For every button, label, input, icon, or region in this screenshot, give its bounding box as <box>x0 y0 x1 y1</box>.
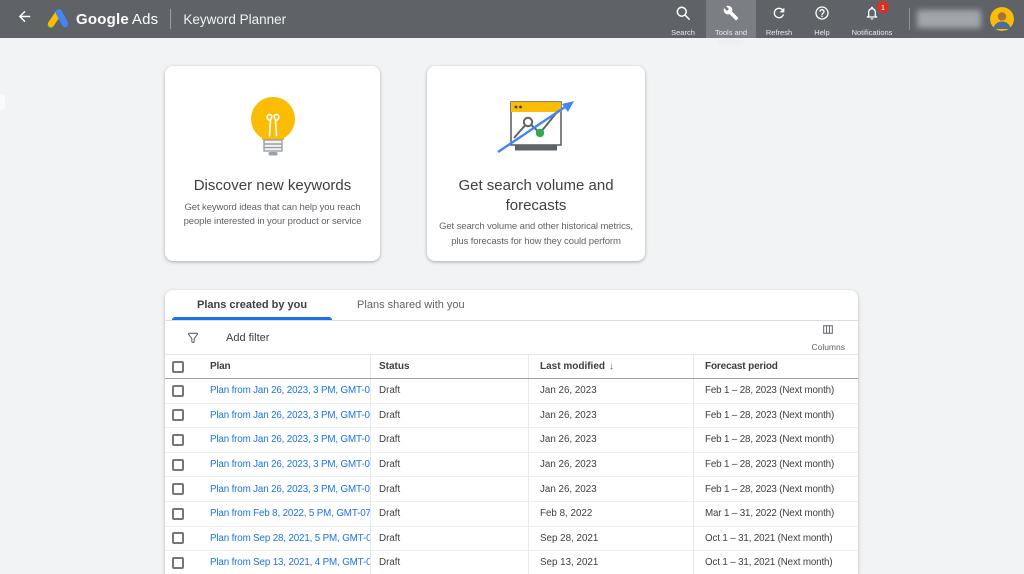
table-row: Plan from Sep 13, 2021, 4 PM, GMT-07:00 … <box>165 551 858 574</box>
filter-funnel-icon[interactable] <box>186 331 200 345</box>
columns-icon <box>821 323 835 341</box>
get-search-volume-card[interactable]: Get search volume and forecasts Get sear… <box>427 66 645 261</box>
plans-table-body: Plan from Jan 26, 2023, 3 PM, GMT-07:00 … <box>165 379 858 574</box>
row-checkbox[interactable] <box>172 508 184 520</box>
plan-forecast-period: Oct 1 – 31, 2021 (Next month) <box>705 533 832 544</box>
sort-descending-icon: ↓ <box>609 361 614 372</box>
top-app-bar: GoogleAds Keyword Planner Search Tools a… <box>0 0 1024 38</box>
card-title: Get search volume and forecasts <box>427 176 645 215</box>
column-header-forecast-period[interactable]: Forecast period <box>693 355 858 378</box>
table-row: Plan from Jan 26, 2023, 3 PM, GMT-07:00 … <box>165 477 858 502</box>
plan-forecast-period: Feb 1 – 28, 2023 (Next month) <box>705 385 834 396</box>
google-ads-logo-icon <box>46 9 68 30</box>
plan-forecast-period: Feb 1 – 28, 2023 (Next month) <box>705 484 834 495</box>
column-header-status[interactable]: Status <box>370 355 528 378</box>
topbar-divider <box>909 8 910 30</box>
card-description: Get keyword ideas that can help you reac… <box>165 201 380 230</box>
row-checkbox[interactable] <box>172 434 184 446</box>
forecast-chart-icon <box>490 94 582 160</box>
plan-link[interactable]: Plan from Jan 26, 2023, 3 PM, GMT-07:00 <box>210 459 370 470</box>
table-row: Plan from Jan 26, 2023, 3 PM, GMT-07:00 … <box>165 428 858 453</box>
brand-name: GoogleAds <box>76 11 158 28</box>
tab-plans-shared-with-you[interactable]: Plans shared with you <box>332 290 490 320</box>
plan-last-modified: Jan 26, 2023 <box>540 459 597 470</box>
card-description: Get search volume and other historical m… <box>427 220 645 249</box>
arrow-back-icon <box>16 8 33 30</box>
row-checkbox[interactable] <box>172 385 184 397</box>
row-checkbox[interactable] <box>172 459 184 471</box>
tab-plans-created-by-you[interactable]: Plans created by you <box>172 290 332 320</box>
plan-last-modified: Jan 26, 2023 <box>540 385 597 396</box>
refresh-icon <box>771 5 787 26</box>
plan-link[interactable]: Plan from Sep 13, 2021, 4 PM, GMT-07:00 <box>210 557 370 568</box>
notification-badge: 1 <box>877 1 889 13</box>
account-info[interactable] <box>917 10 981 28</box>
row-checkbox[interactable] <box>172 532 184 544</box>
topbar-divider <box>170 9 171 29</box>
wrench-icon <box>723 5 739 26</box>
tools-and-settings-button[interactable]: Tools and settings <box>706 0 756 38</box>
plan-link[interactable]: Plan from Feb 8, 2022, 5 PM, GMT-07:00 <box>210 508 370 519</box>
plan-last-modified: Sep 13, 2021 <box>540 557 598 568</box>
plan-forecast-period: Mar 1 – 31, 2022 (Next month) <box>705 508 834 519</box>
plan-link[interactable]: Plan from Sep 28, 2021, 5 PM, GMT-07:00 <box>210 533 370 544</box>
back-button[interactable] <box>10 5 38 33</box>
columns-button[interactable]: Columns <box>811 323 845 352</box>
edge-notch <box>0 94 5 110</box>
notifications-button[interactable]: Notifications 1 <box>842 0 902 38</box>
plans-panel: Plans created by you Plans shared with y… <box>165 290 858 574</box>
main-content: Discover new keywords Get keyword ideas … <box>0 38 1024 574</box>
plan-last-modified: Jan 26, 2023 <box>540 434 597 445</box>
avatar[interactable] <box>990 7 1014 31</box>
plan-link[interactable]: Plan from Jan 26, 2023, 3 PM, GMT-07:00 <box>210 410 370 421</box>
help-button[interactable]: Help <box>802 0 842 38</box>
search-button[interactable]: Search <box>660 0 706 38</box>
plan-status: Draft <box>379 533 400 544</box>
plan-forecast-period: Feb 1 – 28, 2023 (Next month) <box>705 410 834 421</box>
column-header-last-modified[interactable]: Last modified ↓ <box>528 355 693 378</box>
plan-last-modified: Sep 28, 2021 <box>540 533 598 544</box>
plans-tabs: Plans created by you Plans shared with y… <box>165 290 858 321</box>
plan-last-modified: Jan 26, 2023 <box>540 484 597 495</box>
column-header-plan[interactable]: Plan <box>196 355 370 378</box>
row-checkbox[interactable] <box>172 483 184 495</box>
plan-link[interactable]: Plan from Jan 26, 2023, 3 PM, GMT-07:00 <box>210 484 370 495</box>
topbar-left: GoogleAds Keyword Planner <box>0 0 286 38</box>
plan-link[interactable]: Plan from Jan 26, 2023, 3 PM, GMT-07:00 <box>210 385 370 396</box>
add-filter-button[interactable]: Add filter <box>226 332 269 344</box>
table-row: Plan from Jan 26, 2023, 3 PM, GMT-07:00 … <box>165 404 858 429</box>
search-icon <box>675 5 691 26</box>
table-row: Plan from Sep 28, 2021, 5 PM, GMT-07:00 … <box>165 527 858 552</box>
plan-status: Draft <box>379 434 400 445</box>
plan-status: Draft <box>379 410 400 421</box>
row-checkbox[interactable] <box>172 409 184 421</box>
select-all-checkbox[interactable] <box>172 361 184 373</box>
card-title: Discover new keywords <box>180 176 366 196</box>
filter-toolbar: Add filter Columns <box>165 321 858 354</box>
plan-forecast-period: Feb 1 – 28, 2023 (Next month) <box>705 459 834 470</box>
table-row: Plan from Jan 26, 2023, 3 PM, GMT-07:00 … <box>165 453 858 478</box>
discover-new-keywords-card[interactable]: Discover new keywords Get keyword ideas … <box>165 66 380 261</box>
plan-forecast-period: Oct 1 – 31, 2021 (Next month) <box>705 557 832 568</box>
plan-status: Draft <box>379 459 400 470</box>
table-header-row: Plan Status Last modified ↓ Forecast per… <box>165 354 858 379</box>
plan-status: Draft <box>379 557 400 568</box>
lightbulb-icon <box>242 94 304 160</box>
plan-status: Draft <box>379 508 400 519</box>
help-icon <box>814 5 830 26</box>
table-row: Plan from Jan 26, 2023, 3 PM, GMT-07:00 … <box>165 379 858 404</box>
row-checkbox[interactable] <box>172 557 184 569</box>
keyword-planner-page: GoogleAds Keyword Planner Search Tools a… <box>0 0 1024 574</box>
page-title: Keyword Planner <box>183 12 286 27</box>
plan-last-modified: Jan 26, 2023 <box>540 410 597 421</box>
refresh-button[interactable]: Refresh <box>756 0 802 38</box>
plan-status: Draft <box>379 385 400 396</box>
plan-status: Draft <box>379 484 400 495</box>
table-row: Plan from Feb 8, 2022, 5 PM, GMT-07:00 D… <box>165 502 858 527</box>
plan-forecast-period: Feb 1 – 28, 2023 (Next month) <box>705 434 834 445</box>
plan-link[interactable]: Plan from Jan 26, 2023, 3 PM, GMT-07:00 <box>210 434 370 445</box>
topbar-right: Search Tools and settings Refresh Help <box>660 0 1024 38</box>
plan-last-modified: Feb 8, 2022 <box>540 508 592 519</box>
